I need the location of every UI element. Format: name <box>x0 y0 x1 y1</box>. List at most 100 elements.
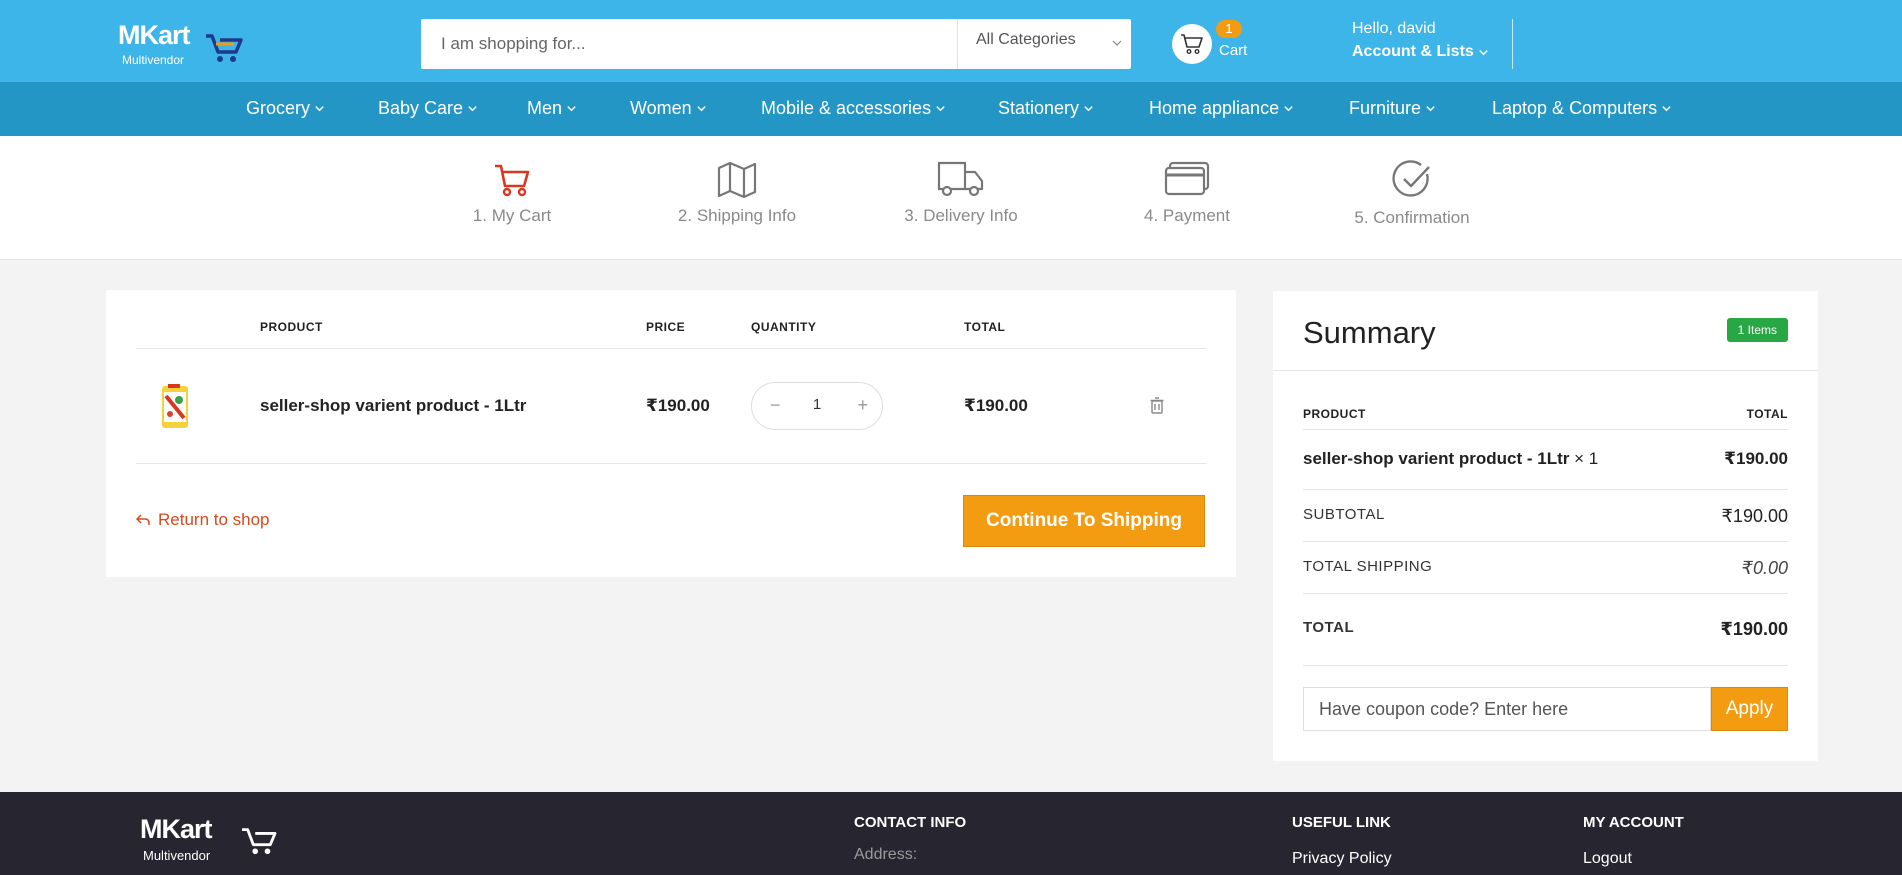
step-label: 4. Payment <box>1144 206 1230 225</box>
apply-coupon-button[interactable]: Apply <box>1711 687 1788 731</box>
nav-item-furniture[interactable]: Furniture <box>1349 98 1436 119</box>
step-delivery-info[interactable]: 3. Delivery Info <box>871 160 1051 226</box>
coupon-input[interactable] <box>1303 687 1711 731</box>
card-icon <box>1164 161 1210 196</box>
nav-item-baby-care[interactable]: Baby Care <box>378 98 478 119</box>
summary-line-total: ₹190.00 <box>1724 449 1788 468</box>
nav-label: Grocery <box>246 98 311 118</box>
product-thumbnail[interactable] <box>154 382 194 432</box>
footer-logo[interactable]: MKart Multivendor <box>140 814 280 864</box>
nav-item-grocery[interactable]: Grocery <box>246 98 325 119</box>
product-price: ₹190.00 <box>646 396 710 415</box>
nav-label: Laptop & Computers <box>1492 98 1658 118</box>
shipping-row: TOTAL SHIPPING ₹0.00 <box>1303 558 1788 579</box>
truck-icon <box>937 161 984 197</box>
chevron-down-icon <box>1426 106 1435 112</box>
step-my-cart[interactable]: 1. My Cart <box>422 160 602 226</box>
category-select[interactable]: All Categories <box>957 19 1131 69</box>
product-total: ₹190.00 <box>964 396 1028 415</box>
return-arrow-icon <box>136 514 150 525</box>
shipping-label: TOTAL SHIPPING <box>1303 558 1433 575</box>
step-label: 3. Delivery Info <box>904 206 1018 225</box>
category-nav: Grocery Baby Care Men Women Mobile & acc… <box>0 82 1902 136</box>
account-lists-label: Account & Lists <box>1352 43 1474 60</box>
nav-label: Home appliance <box>1149 98 1280 118</box>
footer-account-title: MY ACCOUNT <box>1583 814 1684 831</box>
checkout-steps: 1. My Cart 2. Shipping Info 3. Delivery … <box>0 136 1902 260</box>
nav-item-mobile-accessories[interactable]: Mobile & accessories <box>761 98 946 119</box>
summary-header-total: TOTAL <box>1746 407 1788 421</box>
logo-cart-icon <box>206 34 243 62</box>
step-confirmation[interactable]: 5. Confirmation <box>1322 160 1502 228</box>
nav-label: Baby Care <box>378 98 464 118</box>
header-divider <box>1512 19 1513 69</box>
step-label: 2. Shipping Info <box>677 206 797 225</box>
nav-label: Stationery <box>998 98 1080 118</box>
chevron-down-icon <box>1662 106 1671 112</box>
chevron-down-icon <box>468 106 477 112</box>
nav-item-home-appliance[interactable]: Home appliance <box>1149 98 1294 119</box>
account-lists-link[interactable]: Account & Lists <box>1352 43 1489 61</box>
nav-item-men[interactable]: Men <box>527 98 577 119</box>
items-count-badge: 1 Items <box>1726 318 1788 342</box>
divider <box>1303 541 1788 542</box>
cart-icon <box>495 164 530 197</box>
quantity-increase-button[interactable]: + <box>857 395 868 416</box>
cart-label: Cart <box>1219 42 1248 59</box>
divider <box>136 463 1206 464</box>
summary-line-product: seller-shop varient product - 1Ltr × 1 <box>1303 449 1598 469</box>
footer-contact-title: CONTACT INFO <box>854 814 967 831</box>
column-header-quantity: QUANTITY <box>751 320 817 334</box>
step-shipping-info[interactable]: 2. Shipping Info <box>647 160 827 226</box>
step-payment[interactable]: 4. Payment <box>1097 160 1277 226</box>
divider <box>1303 489 1788 490</box>
footer-privacy-policy-link[interactable]: Privacy Policy <box>1292 850 1392 868</box>
footer-logout-link[interactable]: Logout <box>1583 850 1632 868</box>
summary-product-name: seller-shop varient product - 1Ltr <box>1303 449 1570 468</box>
nav-item-women[interactable]: Women <box>630 98 707 119</box>
header-cart-button[interactable]: 1 Cart <box>1172 20 1247 64</box>
logo[interactable]: MKart Multivendor <box>118 20 248 68</box>
footer: MKart Multivendor CONTACT INFO Address: … <box>0 792 1902 875</box>
chevron-down-icon <box>1479 49 1488 55</box>
total-label: TOTAL <box>1303 619 1355 636</box>
search-input[interactable] <box>421 19 957 69</box>
chevron-down-icon <box>1284 106 1293 112</box>
footer-logo-cart-icon <box>242 828 277 855</box>
divider <box>1303 593 1788 594</box>
nav-item-stationery[interactable]: Stationery <box>998 98 1094 119</box>
nav-label: Furniture <box>1349 98 1422 118</box>
total-value: ₹190.00 <box>1720 619 1788 639</box>
greeting: Hello, david <box>1352 20 1436 37</box>
divider <box>1303 665 1788 666</box>
column-header-price: PRICE <box>646 320 686 334</box>
trash-icon[interactable] <box>1150 397 1164 414</box>
summary-line-item: seller-shop varient product - 1Ltr × 1 ₹… <box>1303 449 1788 469</box>
chevron-down-icon <box>697 106 706 112</box>
cart-icon <box>1181 34 1203 55</box>
column-header-product: PRODUCT <box>260 320 323 334</box>
logo-subtitle: Multivendor <box>122 53 185 67</box>
shipping-value: ₹0.00 <box>1741 558 1789 578</box>
product-name[interactable]: seller-shop varient product - 1Ltr <box>260 396 526 416</box>
footer-logo-subtitle: Multivendor <box>143 848 211 863</box>
cart-count-badge: 1 <box>1216 20 1242 38</box>
subtotal-row: SUBTOTAL ₹190.00 <box>1303 506 1788 527</box>
step-label: 1. My Cart <box>472 206 552 225</box>
quantity-stepper: − 1 + <box>751 382 883 430</box>
summary-product-qty: × 1 <box>1569 449 1599 468</box>
total-row: TOTAL ₹190.00 <box>1303 619 1788 640</box>
return-to-shop-link[interactable]: Return to shop <box>136 510 270 530</box>
step-label: 5. Confirmation <box>1354 208 1470 227</box>
column-header-total: TOTAL <box>964 320 1006 334</box>
footer-useful-title: USEFUL LINK <box>1292 814 1391 831</box>
nav-item-laptop-computers[interactable]: Laptop & Computers <box>1492 98 1672 119</box>
check-circle-icon <box>1392 160 1430 197</box>
nav-label: Women <box>630 98 692 118</box>
account-menu[interactable]: Hello, david Account & Lists <box>1352 20 1489 61</box>
chevron-down-icon <box>1084 106 1093 112</box>
nav-label: Mobile & accessories <box>761 98 932 118</box>
cart-table: PRODUCT PRICE QUANTITY TOTAL seller-shop… <box>106 290 1236 577</box>
chevron-down-icon <box>936 106 945 112</box>
continue-to-shipping-button[interactable]: Continue To Shipping <box>963 495 1205 547</box>
